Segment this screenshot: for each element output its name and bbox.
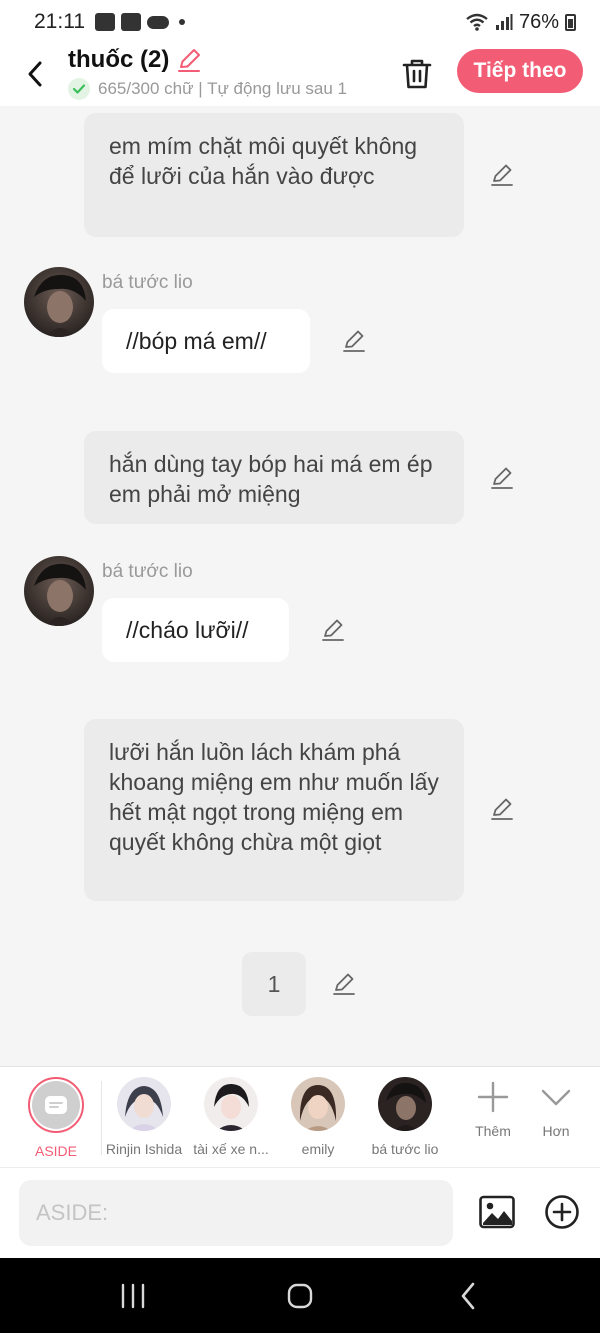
narration-message[interactable]: lưỡi hắn luồn lách khám phá khoang miệng… bbox=[84, 719, 464, 901]
add-character-label: Thêm bbox=[475, 1123, 511, 1139]
avatar bbox=[204, 1077, 258, 1131]
edit-message-button[interactable] bbox=[340, 327, 368, 355]
character-aside[interactable]: ASIDE bbox=[11, 1077, 101, 1161]
expand-button[interactable]: Hơn bbox=[526, 1081, 586, 1139]
character-label: emily bbox=[301, 1141, 335, 1157]
next-button[interactable]: Tiếp theo bbox=[457, 49, 583, 93]
speaker-name: bá tước lio bbox=[102, 272, 193, 293]
status-bar: 21:11 76% bbox=[0, 0, 600, 44]
add-button[interactable] bbox=[543, 1193, 581, 1231]
trash-icon bbox=[402, 59, 432, 89]
home-button[interactable] bbox=[280, 1276, 320, 1316]
chevron-down-icon bbox=[541, 1089, 571, 1106]
edit-title-icon[interactable] bbox=[175, 46, 203, 74]
add-character-button[interactable]: Thêm bbox=[463, 1081, 523, 1139]
edit-message-button[interactable] bbox=[330, 970, 358, 998]
chevron-left-icon bbox=[28, 61, 42, 87]
saved-check-icon bbox=[68, 78, 90, 100]
recent-apps-icon bbox=[121, 1283, 145, 1309]
back-arrow-icon bbox=[461, 1282, 475, 1310]
character-portrait bbox=[24, 556, 94, 626]
gallery-notification-icon bbox=[95, 13, 115, 31]
avatar bbox=[378, 1077, 432, 1131]
image-icon bbox=[479, 1195, 515, 1229]
battery-percent: 76% bbox=[518, 10, 559, 33]
avatar[interactable] bbox=[24, 556, 94, 626]
back-button[interactable] bbox=[20, 54, 50, 94]
header: thuốc (2) 665/300 chữ | Tự động lưu sau … bbox=[0, 44, 600, 106]
character-portrait bbox=[24, 267, 94, 337]
edit-message-button[interactable] bbox=[488, 464, 516, 492]
character-label: Rinjin Ishida bbox=[105, 1141, 183, 1157]
recent-apps-button[interactable] bbox=[113, 1276, 153, 1316]
edit-message-button[interactable] bbox=[488, 161, 516, 189]
chat-bubble-icon bbox=[45, 1096, 67, 1114]
video-notification-icon bbox=[121, 13, 141, 31]
edit-message-button[interactable] bbox=[319, 616, 347, 644]
home-icon bbox=[287, 1283, 313, 1309]
edit-message-button[interactable] bbox=[488, 795, 516, 823]
message-input[interactable] bbox=[19, 1180, 453, 1246]
more-notifications-icon bbox=[179, 19, 185, 25]
pencil-icon bbox=[343, 330, 365, 352]
cloud-icon bbox=[147, 15, 169, 29]
speaker-name: bá tước lio bbox=[102, 561, 193, 582]
status-time: 21:11 bbox=[34, 10, 85, 33]
insert-image-button[interactable] bbox=[478, 1193, 516, 1231]
word-count-autosave: 665/300 chữ | Tự động lưu sau 1 bbox=[98, 79, 348, 98]
character-label: ASIDE bbox=[34, 1143, 77, 1159]
pencil-icon bbox=[491, 798, 513, 820]
character-label: bá tước lio bbox=[371, 1141, 439, 1157]
pencil-icon bbox=[491, 467, 513, 489]
input-bar bbox=[0, 1168, 600, 1258]
pencil-icon bbox=[491, 164, 513, 186]
character-label: tài xế xe n... bbox=[193, 1141, 269, 1157]
page-title: thuốc (2) bbox=[68, 46, 170, 73]
avatar bbox=[291, 1077, 345, 1131]
signal-icon bbox=[495, 14, 513, 30]
character-ba-tuoc-lio[interactable]: bá tước lio bbox=[360, 1077, 450, 1161]
character-rinjin-ishida[interactable]: Rinjin Ishida bbox=[99, 1077, 189, 1161]
avatar[interactable] bbox=[24, 267, 94, 337]
page-number-chip[interactable]: 1 bbox=[242, 952, 306, 1016]
narration-message[interactable]: hắn dùng tay bóp hai má em ép em phải mở… bbox=[84, 431, 464, 524]
wifi-icon bbox=[466, 13, 488, 31]
system-back-button[interactable] bbox=[448, 1276, 488, 1316]
delete-button[interactable] bbox=[400, 56, 434, 92]
character-selector: ASIDE Rinjin Ishida tài xế xe n... emily… bbox=[0, 1066, 600, 1168]
pencil-icon bbox=[333, 973, 355, 995]
pencil-icon bbox=[322, 619, 344, 641]
avatar bbox=[117, 1077, 171, 1131]
character-tai-xe[interactable]: tài xế xe n... bbox=[186, 1077, 276, 1161]
dialogue-bubble[interactable]: //cháo lưỡi// bbox=[102, 598, 289, 662]
narration-message[interactable]: em mím chặt môi quyết không để lưỡi của … bbox=[84, 113, 464, 237]
dialogue-bubble[interactable]: //bóp má em// bbox=[102, 309, 310, 373]
character-emily[interactable]: emily bbox=[273, 1077, 363, 1161]
battery-icon bbox=[565, 13, 576, 31]
title-block: thuốc (2) 665/300 chữ | Tự động lưu sau … bbox=[68, 46, 388, 100]
system-navigation-bar bbox=[0, 1258, 600, 1333]
plus-circle-icon bbox=[545, 1195, 579, 1229]
plus-icon bbox=[477, 1081, 509, 1113]
expand-label: Hơn bbox=[542, 1123, 570, 1139]
chat-area: em mím chặt môi quyết không để lưỡi của … bbox=[0, 106, 600, 1066]
